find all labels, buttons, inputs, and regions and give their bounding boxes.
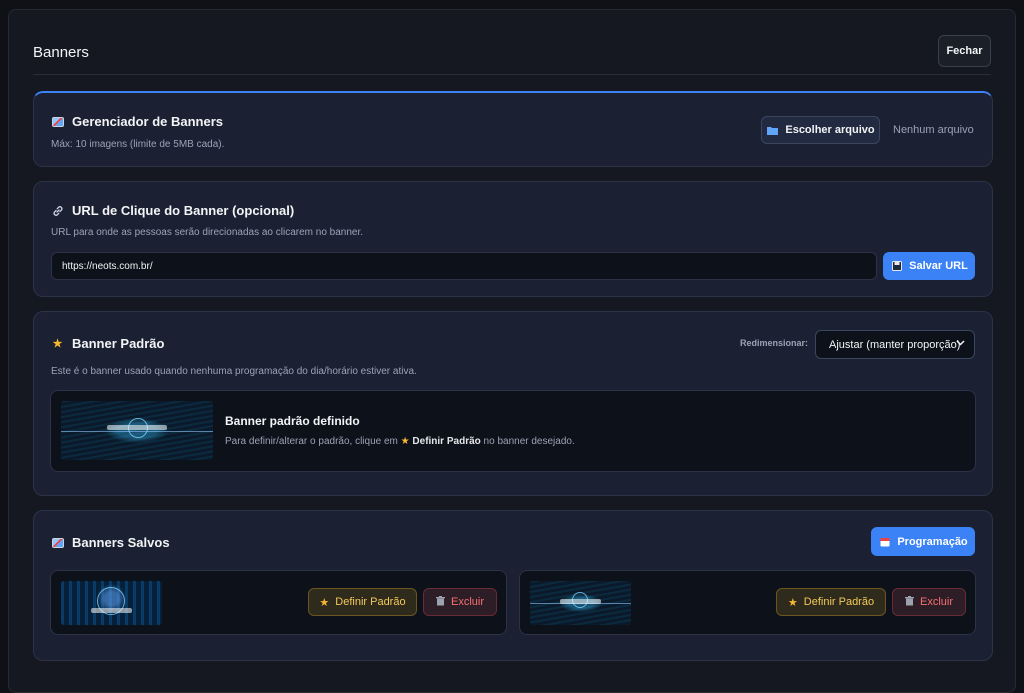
calendar-icon [878,535,891,548]
click-url-card: URL de Clique do Banner (opcional) URL p… [33,181,993,297]
delete-label: Excluir [450,596,484,608]
delete-button[interactable]: Excluir [892,588,966,616]
banner-manager-card: Gerenciador de Banners Máx: 10 imagens (… [33,91,993,167]
save-url-label: Salvar URL [909,260,968,272]
close-button[interactable]: Fechar [938,35,991,67]
default-banner-description: Este é o banner usado quando nenhuma pro… [51,366,417,377]
save-url-button[interactable]: Salvar URL [883,252,975,280]
default-banner-help: Para definir/alterar o padrão, clique em… [225,436,575,447]
default-banner-preview-box: Banner padrão definido Para definir/alte… [50,390,976,472]
banner-manager-title-text: Gerenciador de Banners [72,114,223,129]
schedule-button[interactable]: Programação [871,527,975,556]
star-icon: ★ [52,338,63,350]
modal-title: Banners [33,44,89,61]
schedule-label: Programação [897,535,968,548]
resize-select-value: Ajustar (manter proporção) [829,338,961,351]
saved-banner-thumbnail[interactable] [530,581,631,625]
banner-manager-description: Máx: 10 imagens (limite de 5MB cada). [51,139,225,150]
image-icon [51,536,64,549]
saved-banners-title: Banners Salvos [51,535,170,550]
banner-manager-title: Gerenciador de Banners [51,114,223,129]
saved-banner-item: ★ Definir Padrão Excluir [519,570,976,635]
help-suffix: no banner desejado. [483,436,575,447]
help-action: Definir Padrão [412,436,481,447]
set-default-button[interactable]: ★ Definir Padrão [776,588,886,616]
click-url-description: URL para onde as pessoas serão direciona… [51,227,364,238]
modal-header: Banners Fechar [33,35,991,75]
saved-banners-title-text: Banners Salvos [72,535,170,550]
saved-banner-item: ★ Definir Padrão Excluir [50,570,507,635]
click-url-input[interactable] [51,252,877,280]
saved-banners-card: Banners Salvos Programação ★ Definir Pad… [33,510,993,661]
no-file-text: Nenhum arquivo [893,124,974,136]
resize-select[interactable]: Ajustar (manter proporção) [815,330,975,359]
default-banner-title: ★ Banner Padrão [51,336,165,351]
default-banner-title-text: Banner Padrão [72,336,165,351]
default-banner-thumbnail [61,401,213,460]
delete-label: Excluir [919,596,953,608]
default-banner-defined-title: Banner padrão definido [225,414,360,428]
set-default-button[interactable]: ★ Definir Padrão [308,588,417,616]
set-default-label: Definir Padrão [803,596,875,608]
star-icon: ★ [400,436,410,447]
default-banner-card: ★ Banner Padrão Redimensionar: Ajustar (… [33,311,993,496]
resize-label: Redimensionar: [740,338,809,348]
star-icon: ★ [787,596,798,609]
click-url-title: URL de Clique do Banner (opcional) [51,203,294,218]
click-url-title-text: URL de Clique do Banner (opcional) [72,203,295,218]
set-default-label: Definir Padrão [335,596,406,608]
chevron-down-icon [956,338,965,350]
link-icon [51,204,64,217]
image-icon [51,115,64,128]
saved-banner-thumbnail[interactable] [61,581,162,625]
help-prefix: Para definir/alterar o padrão, clique em [225,436,398,447]
banners-modal: Banners Fechar Gerenciador de Banners Má… [8,9,1016,693]
trash-icon [904,595,914,609]
star-icon: ★ [319,596,330,609]
choose-file-button[interactable]: Escolher arquivo [761,116,880,144]
floppy-disk-icon [890,260,903,273]
delete-button[interactable]: Excluir [423,588,497,616]
choose-file-label: Escolher arquivo [785,124,875,136]
trash-icon [435,595,445,609]
folder-icon [766,124,779,137]
